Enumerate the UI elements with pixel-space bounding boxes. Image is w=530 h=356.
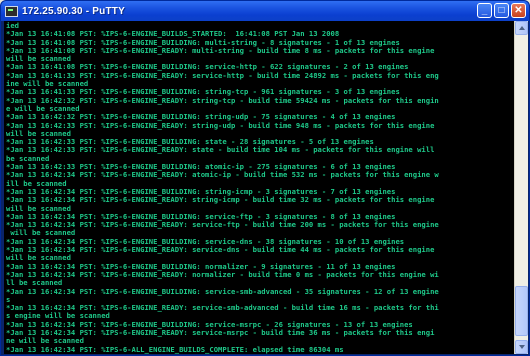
title-bar[interactable]: 172.25.90.30 - PuTTY _ □ ✕ — [1, 1, 529, 21]
terminal-line: *Jan 13 16:42:34 PST: %IPS-6-ALL_ENGINE_… — [6, 344, 344, 354]
putty-icon[interactable] — [5, 5, 18, 17]
window-title: 172.25.90.30 - PuTTY — [22, 5, 125, 17]
terminal-line: *Jan 13 16:42:33 PST: %IPS-6-ENGINE_READ… — [6, 145, 435, 155]
window-controls: _ □ ✕ — [477, 3, 526, 18]
putty-window: 172.25.90.30 - PuTTY _ □ ✕ ied *Jan 13 16… — [0, 0, 530, 356]
scroll-thumb[interactable] — [515, 286, 528, 336]
terminal-line: *Jan 13 16:42:34 PST: %IPS-6-ENGINE_READ… — [6, 245, 435, 255]
terminal-line: *Jan 13 16:42:34 PST: %IPS-6-ENGINE_READ… — [6, 195, 435, 205]
scroll-up-icon[interactable] — [515, 21, 528, 35]
close-button[interactable]: ✕ — [511, 3, 526, 18]
terminal-line: *Jan 13 16:42:32 PST: %IPS-6-ENGINE_READ… — [6, 95, 439, 105]
terminal-line: *Jan 13 16:41:08 PST: %IPS-6-ENGINE_READ… — [6, 45, 435, 55]
maximize-button[interactable]: □ — [494, 3, 509, 18]
terminal-line: *Jan 13 16:42:34 PST: %IPS-6-ENGINE_READ… — [6, 220, 439, 230]
terminal-line: *Jan 13 16:42:34 PST: %IPS-6-ENGINE_READ… — [6, 170, 439, 180]
terminal-line: *Jan 13 16:42:34 PST: %IPS-6-ENGINE_READ… — [6, 269, 439, 279]
terminal-line: *Jan 13 16:42:33 PST: %IPS-6-ENGINE_READ… — [6, 120, 435, 130]
terminal-line: *Jan 13 16:42:34 PST: %IPS-6-ENGINE_BUIL… — [6, 286, 439, 296]
scroll-down-icon[interactable] — [515, 340, 528, 354]
terminal-output[interactable]: ied *Jan 13 16:41:08 PST: %IPS-6-ENGINE_B… — [4, 21, 514, 354]
vertical-scrollbar[interactable] — [514, 21, 528, 354]
minimize-button[interactable]: _ — [477, 3, 492, 18]
